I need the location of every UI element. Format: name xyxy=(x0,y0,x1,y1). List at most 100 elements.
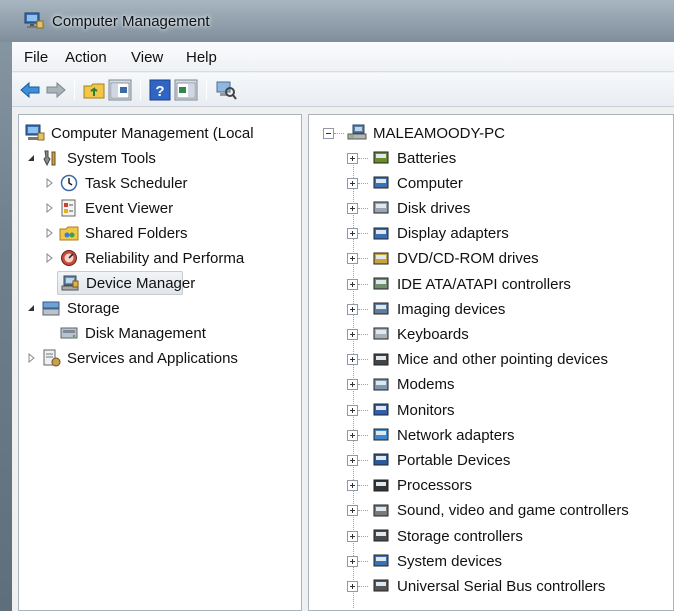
battery-icon xyxy=(373,151,389,164)
help-icon[interactable]: ? xyxy=(148,79,172,101)
usb-icon xyxy=(373,579,389,592)
device-category-row[interactable]: DVD/CD-ROM drives xyxy=(347,247,539,271)
device-category-row[interactable]: Modems xyxy=(347,373,455,397)
tree-item-task-scheduler[interactable]: Task Scheduler xyxy=(43,171,188,195)
device-category-label: Storage controllers xyxy=(397,527,523,545)
expand-toggle[interactable] xyxy=(347,303,358,315)
expand-toggle[interactable] xyxy=(347,404,358,416)
expand-toggle[interactable] xyxy=(347,328,358,340)
imaging-device-icon xyxy=(373,302,389,315)
expand-toggle[interactable] xyxy=(347,202,358,214)
up-folder-icon[interactable] xyxy=(82,79,106,101)
tree-item-services-applications[interactable]: Services and Applications xyxy=(25,346,238,370)
tree-connector xyxy=(358,510,368,512)
device-category-row[interactable]: Portable Devices xyxy=(347,448,510,472)
device-category-row[interactable]: Imaging devices xyxy=(347,297,505,321)
tree-item-disk-management[interactable]: Disk Management xyxy=(59,321,206,345)
show-hide-console-tree-icon[interactable] xyxy=(108,79,132,101)
scan-hardware-icon[interactable] xyxy=(214,79,238,101)
expand-toggle[interactable] xyxy=(347,480,358,492)
toolbar-separator xyxy=(206,80,207,100)
expand-toggle[interactable] xyxy=(347,278,358,290)
device-category-label: Processors xyxy=(397,477,473,495)
tree-item-event-viewer[interactable]: Event Viewer xyxy=(43,196,173,220)
tree-item-label: Storage xyxy=(67,299,120,317)
expand-toggle[interactable] xyxy=(347,530,358,542)
tree-item-reliability-performance[interactable]: Reliability and Performa xyxy=(43,246,244,270)
expand-toggle[interactable] xyxy=(347,505,358,517)
expand-toggle[interactable] xyxy=(347,555,358,567)
storage-icon xyxy=(42,301,60,316)
menu-file[interactable]: File xyxy=(24,49,48,66)
menu-bar: File Action View Help xyxy=(12,42,674,72)
device-category-row[interactable]: Network adapters xyxy=(347,423,515,447)
device-tree-root[interactable]: MALEAMOODY-PC xyxy=(323,121,505,145)
expand-toggle[interactable] xyxy=(347,580,358,592)
tree-item-label: System Tools xyxy=(67,149,156,167)
mouse-icon xyxy=(373,353,389,366)
window-title: Computer Management xyxy=(52,13,210,30)
forward-arrow-icon[interactable] xyxy=(44,79,68,101)
network-adapter-icon xyxy=(373,428,389,441)
tree-item-label: Shared Folders xyxy=(85,224,188,242)
expand-toggle[interactable] xyxy=(347,152,358,164)
device-category-row[interactable]: Monitors xyxy=(347,398,455,422)
system-device-icon xyxy=(373,554,389,567)
device-category-row[interactable]: Keyboards xyxy=(347,322,469,346)
collapsed-triangle-icon xyxy=(46,202,53,214)
tree-item-label: Event Viewer xyxy=(85,199,174,217)
device-category-label: DVD/CD-ROM drives xyxy=(397,250,539,268)
device-category-row[interactable]: Computer xyxy=(347,171,463,195)
device-category-row[interactable]: IDE ATA/ATAPI controllers xyxy=(347,272,571,296)
device-category-row[interactable]: Universal Serial Bus controllers xyxy=(347,574,605,598)
computer-network-icon xyxy=(347,124,367,140)
tree-item-label: Task Scheduler xyxy=(85,174,188,192)
tree-item-label: Reliability and Performa xyxy=(85,249,245,267)
menu-help[interactable]: Help xyxy=(186,49,217,66)
sound-icon xyxy=(373,504,389,517)
back-arrow-icon[interactable] xyxy=(18,79,42,101)
tree-item-system-tools[interactable]: System Tools xyxy=(25,146,156,170)
collapsed-triangle-icon xyxy=(46,227,53,239)
expand-toggle[interactable] xyxy=(347,228,358,240)
expand-toggle[interactable] xyxy=(347,379,358,391)
disk-drive-icon xyxy=(373,201,389,214)
expand-toggle[interactable] xyxy=(347,454,358,466)
menu-action[interactable]: Action xyxy=(65,49,107,66)
device-category-row[interactable]: System devices xyxy=(347,549,502,573)
tree-item-shared-folders[interactable]: Shared Folders xyxy=(43,221,188,245)
tree-item-label: Services and Applications xyxy=(67,349,238,367)
tree-item-storage[interactable]: Storage xyxy=(25,296,120,320)
collapse-toggle[interactable] xyxy=(323,127,334,139)
tree-connector xyxy=(358,207,368,209)
tree-item-computer-management[interactable]: Computer Management (Local xyxy=(25,121,254,145)
device-category-row[interactable]: Mice and other pointing devices xyxy=(347,348,608,372)
tree-connector xyxy=(358,333,368,335)
show-hide-action-pane-icon[interactable] xyxy=(174,79,198,101)
device-category-row[interactable]: Sound, video and game controllers xyxy=(347,499,629,523)
device-category-row[interactable]: Display adapters xyxy=(347,222,509,246)
expand-toggle[interactable] xyxy=(347,177,358,189)
tree-connector xyxy=(334,132,344,134)
expand-toggle[interactable] xyxy=(347,429,358,441)
tree-item-device-manager[interactable]: Device Manager xyxy=(57,271,195,295)
collapsed-triangle-icon xyxy=(46,252,53,264)
device-category-row[interactable]: Batteries xyxy=(347,146,456,170)
menu-view[interactable]: View xyxy=(131,49,163,66)
tree-connector xyxy=(358,233,368,235)
expand-toggle[interactable] xyxy=(347,354,358,366)
event-log-icon xyxy=(61,199,76,217)
device-category-row[interactable]: Storage controllers xyxy=(347,524,523,548)
device-category-row[interactable]: Processors xyxy=(347,474,472,498)
device-category-row[interactable]: Disk drives xyxy=(347,196,470,220)
processor-icon xyxy=(373,479,389,492)
display-adapter-icon xyxy=(373,227,389,240)
disk-management-icon xyxy=(60,327,78,339)
tree-connector xyxy=(358,459,368,461)
expanded-triangle-icon xyxy=(28,155,34,161)
tree-connector xyxy=(358,157,368,159)
svg-text:?: ? xyxy=(155,83,164,100)
title-bar[interactable]: Computer Management xyxy=(0,0,674,42)
computer-icon xyxy=(373,176,389,189)
expand-toggle[interactable] xyxy=(347,253,358,265)
